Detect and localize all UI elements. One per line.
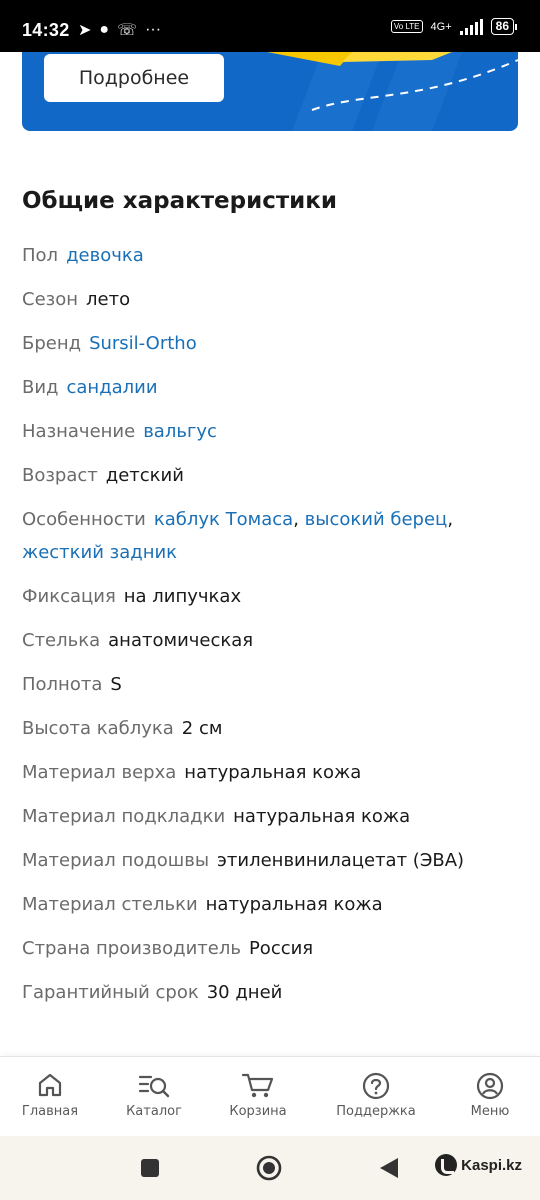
spec-label: Страна производитель <box>22 938 241 959</box>
notification-icons: ➤ ● ☏ ··· <box>78 20 161 40</box>
spec-row-brand: Бренд Sursil-Ortho <box>22 327 522 371</box>
spec-label: Материал верха <box>22 762 177 783</box>
spec-value: 2 см <box>181 718 223 739</box>
spec-value: натуральная кожа <box>184 762 362 783</box>
spec-value: натуральная кожа <box>205 894 383 915</box>
spec-row-age: Возраст детский <box>22 459 522 503</box>
home-circle-icon[interactable] <box>255 1154 283 1182</box>
spec-label: Гарантийный срок <box>22 982 199 1003</box>
kaspi-logo-icon <box>435 1154 458 1176</box>
help-icon <box>362 1072 390 1100</box>
chat-bubble-icon: ● <box>99 21 110 38</box>
spec-value: детский <box>105 465 184 486</box>
spec-value: 30 дней <box>206 982 283 1003</box>
spec-row-season: Сезон лето <box>22 283 522 327</box>
spec-value-link[interactable]: сандалии <box>67 377 158 398</box>
cart-icon <box>241 1073 274 1098</box>
battery-icon: 86 <box>490 18 518 35</box>
nav-support[interactable]: Поддержка <box>326 1057 426 1137</box>
home-icon <box>38 1073 62 1097</box>
signal-icon <box>459 18 483 35</box>
spec-row-sole-material: Материал подошвы этиленвинилацетат (ЭВА) <box>22 844 522 888</box>
spec-label: Вид <box>22 377 59 398</box>
spec-row-warranty: Гарантийный срок 30 дней <box>22 976 522 1020</box>
status-time: 14:32 <box>22 20 70 40</box>
spec-row-country: Страна производитель Россия <box>22 932 522 976</box>
status-bar: 14:32 ➤ ● ☏ ··· Vo LTE 4G+ 86 <box>0 0 540 52</box>
spec-label: Материал подошвы <box>22 850 210 871</box>
spec-row-features: Особенности каблук Томаса, высокий берец,… <box>22 503 522 580</box>
spec-label: Высота каблука <box>22 718 174 739</box>
more-details-button[interactable]: Подробнее <box>44 54 224 102</box>
bottom-navigation: Главная Каталог Корзина Поддержка Меню <box>0 1056 540 1137</box>
spec-value-link[interactable]: вальгус <box>143 421 217 442</box>
spec-row-gender: Пол девочка <box>22 239 522 283</box>
spec-label: Материал стельки <box>22 894 198 915</box>
spec-label: Фиксация <box>22 586 116 607</box>
section-title: Общие характеристики <box>22 188 338 214</box>
spec-row-upper-material: Материал верха натуральная кожа <box>22 756 522 800</box>
spec-row-insole-material: Материал стельки натуральная кожа <box>22 888 522 932</box>
spec-value-link[interactable]: каблук Томаса <box>154 509 293 530</box>
spec-value-link[interactable]: высокий берец <box>305 509 448 530</box>
spec-value: этиленвинилацетат (ЭВА) <box>217 850 465 871</box>
nav-catalog[interactable]: Каталог <box>104 1057 204 1137</box>
missed-call-icon: ☏ <box>117 22 138 39</box>
back-triangle-icon[interactable] <box>378 1156 400 1180</box>
spec-value: Россия <box>248 938 314 959</box>
spec-label: Пол <box>22 245 59 266</box>
spec-separator: , <box>447 509 454 530</box>
profile-icon <box>476 1072 504 1100</box>
spec-value-link[interactable]: девочка <box>66 245 144 266</box>
nav-label: Каталог <box>126 1104 182 1119</box>
recent-apps-icon[interactable] <box>140 1158 160 1178</box>
nav-home[interactable]: Главная <box>0 1057 100 1137</box>
promo-banner[interactable]: Подробнее <box>22 52 518 131</box>
spec-value: анатомическая <box>108 630 254 651</box>
nav-label: Главная <box>21 1104 79 1119</box>
kaspi-brand: Kaspi.kz <box>435 1154 522 1176</box>
nav-cart[interactable]: Корзина <box>208 1057 308 1137</box>
status-right: Vo LTE 4G+ 86 <box>390 18 518 35</box>
spec-value: натуральная кожа <box>233 806 411 827</box>
spec-value: S <box>110 674 122 695</box>
spec-label: Назначение <box>22 421 136 442</box>
telegram-icon: ➤ <box>78 22 92 39</box>
specs-list: Пол девочка Сезон лето Бренд Sursil-Ortho В… <box>22 239 522 1020</box>
spec-label: Бренд <box>22 333 82 354</box>
spec-value-link[interactable]: жесткий задник <box>22 542 177 563</box>
spec-label: Стелька <box>22 630 101 651</box>
spec-row-type: Вид сандалии <box>22 371 522 415</box>
spec-label: Особенности <box>22 509 146 530</box>
nav-label: Поддержка <box>336 1104 416 1119</box>
system-navigation-bar: Kaspi.kz <box>0 1136 540 1200</box>
spec-label: Полнота <box>22 674 103 695</box>
spec-separator: , <box>293 509 305 530</box>
spec-label: Возраст <box>22 465 98 486</box>
spec-row-width: Полнота S <box>22 668 522 712</box>
spec-row-purpose: Назначение вальгус <box>22 415 522 459</box>
battery-level: 86 <box>495 19 509 33</box>
nav-label: Корзина <box>229 1104 287 1119</box>
nav-label: Меню <box>470 1104 510 1119</box>
spec-row-heel-height: Высота каблука 2 см <box>22 712 522 756</box>
network-type: 4G+ <box>430 20 452 33</box>
nav-menu[interactable]: Меню <box>440 1057 540 1137</box>
spec-label: Сезон <box>22 289 78 310</box>
more-dots-icon: ··· <box>145 21 162 38</box>
spec-value-link[interactable]: Sursil-Ortho <box>89 333 197 354</box>
kaspi-brand-text: Kaspi.kz <box>461 1156 522 1174</box>
spec-value: на липучках <box>123 586 242 607</box>
spec-label: Материал подкладки <box>22 806 226 827</box>
volte-icon: Vo LTE <box>390 20 423 33</box>
spec-row-insole: Стелька анатомическая <box>22 624 522 668</box>
catalog-search-icon <box>138 1075 170 1098</box>
spec-row-lining-material: Материал подкладки натуральная кожа <box>22 800 522 844</box>
spec-value: лето <box>86 289 131 310</box>
spec-row-fixation: Фиксация на липучках <box>22 580 522 624</box>
